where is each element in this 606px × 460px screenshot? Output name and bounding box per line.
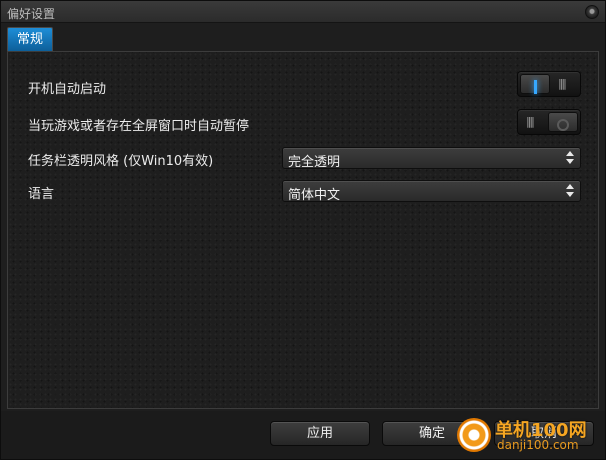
title-bar[interactable]: 偏好设置 [1,1,605,23]
toggle-knob[interactable] [548,112,578,132]
taskbar-style-select[interactable]: 完全透明 [282,147,581,170]
language-value: 简体中文 [288,188,341,203]
taskbar-style-label: 任务栏透明风格 (仅Win10有效) [28,154,214,169]
window-title: 偏好设置 [7,7,56,21]
autopause-toggle[interactable]: |||| [517,109,581,135]
autostart-label: 开机自动启动 [28,82,107,97]
apply-button[interactable]: 应用 [270,421,370,446]
settings-panel: 开机自动启动 |||| 当玩游戏或者存在全屏窗口时自动暂停 |||| 任务栏透明… [7,51,599,409]
language-label: 语言 [28,187,55,202]
close-icon[interactable] [585,5,599,19]
tab-bar: 常规 [7,27,599,51]
autopause-label: 当玩游戏或者存在全屏窗口时自动暂停 [28,119,250,134]
preferences-window: 偏好设置 常规 开机自动启动 |||| 当玩游戏或者存在全屏窗口时自动暂停 ||… [0,0,606,460]
site-watermark: 单机100网 danji100.com [457,416,606,456]
autostart-toggle[interactable]: |||| [517,71,581,97]
taskbar-style-value: 完全透明 [288,155,341,170]
tab-general[interactable]: 常规 [7,27,54,51]
toggle-grip-icon: |||| [558,77,567,90]
language-select[interactable]: 简体中文 [282,180,581,203]
toggle-knob[interactable] [520,74,550,94]
select-arrows-icon [566,151,574,165]
toggle-grip-icon: |||| [526,115,535,128]
toggle-off-indicator-icon [557,119,569,131]
select-arrows-icon [566,184,574,198]
watermark-url: danji100.com [497,438,579,452]
watermark-logo-icon [457,418,491,452]
toggle-on-indicator-icon [534,80,537,94]
